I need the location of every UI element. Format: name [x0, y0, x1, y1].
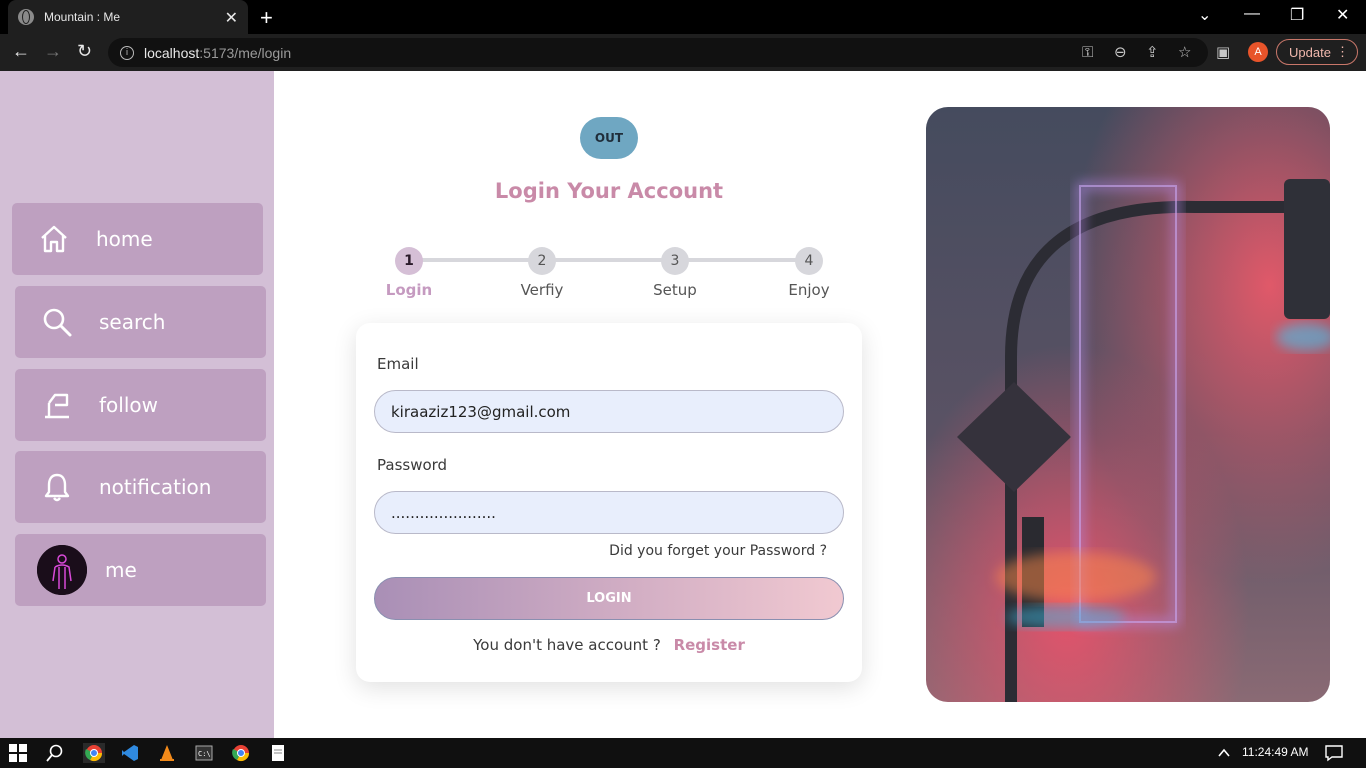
chevron-up-icon[interactable]: [1214, 743, 1234, 763]
sidebar-item-label: search: [99, 310, 166, 334]
hero-image: [926, 107, 1330, 702]
notification-center-icon[interactable]: [1324, 743, 1344, 763]
address-bar[interactable]: i localhost:5173/me/login: [108, 38, 1208, 67]
browser-toolbar: ← → ↻ i localhost:5173/me/login: [0, 34, 1366, 71]
stepper-track: [409, 258, 809, 262]
close-tab-icon[interactable]: ✕: [225, 8, 238, 27]
key-icon[interactable]: ⚿: [1082, 43, 1093, 61]
login-button[interactable]: LOGIN: [374, 577, 844, 620]
chrome-taskbar-icon-2[interactable]: [231, 743, 251, 763]
zoom-icon[interactable]: ⊖: [1114, 43, 1127, 61]
sidebar-item-label: home: [96, 227, 153, 251]
close-window-button[interactable]: ✕: [1336, 5, 1349, 25]
out-button[interactable]: OUT: [580, 117, 638, 159]
browser-tab-bar: Mountain : Me ✕ + ⌄ — ❐ ✕: [0, 0, 1366, 34]
tab-title: Mountain : Me: [44, 10, 121, 24]
sidebar-item-label: me: [105, 558, 137, 582]
no-account-text: You don't have account ?: [473, 636, 661, 654]
sidebar-item-label: notification: [99, 475, 212, 499]
reload-button[interactable]: ↻: [77, 41, 92, 62]
email-label: Email: [377, 355, 419, 373]
password-label: Password: [377, 456, 448, 474]
sidebar-item-search[interactable]: search: [15, 286, 266, 358]
page-title: Login Your Account: [494, 179, 724, 203]
step-3-indicator: 3: [661, 247, 689, 275]
follow-icon: [37, 385, 77, 425]
bookmark-star-icon[interactable]: ☆: [1178, 43, 1191, 61]
step-1-label: Login: [385, 281, 433, 299]
page: home search follow notification me OUT L…: [0, 71, 1366, 738]
register-link[interactable]: Register: [674, 636, 745, 654]
bell-icon: [37, 467, 77, 507]
password-field[interactable]: [374, 491, 844, 534]
vscode-taskbar-icon[interactable]: [120, 743, 140, 763]
forgot-password-link[interactable]: Did you forget your Password ?: [609, 543, 827, 559]
step-2-label: Verfiy: [520, 281, 564, 299]
svg-text:C:\: C:\: [198, 750, 211, 758]
tab-search-icon[interactable]: ⌄: [1198, 5, 1211, 25]
chrome-taskbar-icon[interactable]: [83, 743, 105, 763]
sidebar-item-label: follow: [99, 393, 158, 417]
forward-button[interactable]: →: [44, 41, 62, 62]
sidebar-item-follow[interactable]: follow: [15, 369, 266, 441]
minimize-button[interactable]: —: [1244, 5, 1260, 23]
taskbar-clock[interactable]: 11:24:49 AM: [1242, 745, 1309, 759]
avatar: [37, 545, 87, 595]
url-host: localhost: [144, 44, 200, 61]
step-4-label: Enjoy: [788, 281, 830, 299]
register-row: You don't have account ? Register: [356, 636, 862, 654]
sidebar-item-notification[interactable]: notification: [15, 451, 266, 523]
terminal-taskbar-icon[interactable]: C:\: [194, 743, 214, 763]
update-label: Update: [1289, 44, 1331, 60]
globe-icon: [18, 9, 34, 25]
new-tab-button[interactable]: +: [260, 5, 273, 31]
browser-tab[interactable]: Mountain : Me ✕: [8, 0, 248, 34]
profile-avatar[interactable]: A: [1248, 42, 1268, 62]
url-path: :5173/me/login: [199, 44, 292, 61]
back-button[interactable]: ←: [12, 41, 30, 62]
site-info-icon[interactable]: i: [120, 45, 134, 60]
sidebar: home search follow notification me: [0, 71, 274, 738]
taskbar: C:\ 11:24:49 AM: [0, 738, 1366, 768]
windows-start-icon[interactable]: [8, 743, 28, 763]
email-field[interactable]: [374, 390, 844, 433]
restore-button[interactable]: ❐: [1290, 5, 1304, 25]
share-icon[interactable]: ⇪: [1146, 43, 1159, 61]
home-icon: [34, 219, 74, 259]
step-3-label: Setup: [653, 281, 697, 299]
sidebar-item-home[interactable]: home: [12, 203, 263, 275]
step-4-indicator: 4: [795, 247, 823, 275]
step-1-indicator: 1: [395, 247, 423, 275]
sidebar-item-me[interactable]: me: [15, 534, 266, 606]
search-icon: [37, 302, 77, 342]
menu-dots-icon: ⋮: [1336, 44, 1349, 59]
notepad-taskbar-icon[interactable]: [268, 743, 288, 763]
vlc-taskbar-icon[interactable]: [157, 743, 177, 763]
search-icon[interactable]: [45, 743, 65, 763]
login-card: Email Password Did you forget your Passw…: [356, 323, 862, 682]
side-panel-icon[interactable]: ▣: [1216, 43, 1230, 61]
update-button[interactable]: Update ⋮: [1276, 39, 1358, 65]
step-2-indicator: 2: [528, 247, 556, 275]
